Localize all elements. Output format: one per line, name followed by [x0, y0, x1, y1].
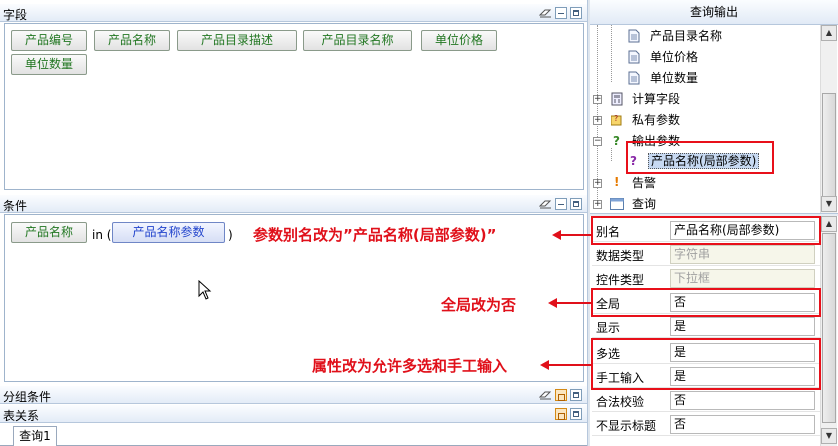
property-label: 数据类型	[596, 249, 645, 263]
property-row-control-type: 控件类型 下拉框	[592, 268, 820, 290]
validation-select[interactable]: 否	[670, 391, 815, 410]
eraser-icon[interactable]	[539, 8, 552, 18]
scroll-down-icon[interactable]: ▼	[821, 196, 837, 212]
tree-node-label: 私有参数	[632, 113, 681, 127]
scroll-thumb[interactable]	[822, 233, 836, 423]
highlight-box-multi	[591, 338, 821, 390]
field-button-product-name[interactable]: 产品名称	[94, 30, 170, 51]
field-button-unit-price[interactable]: 单位价格	[421, 30, 497, 51]
property-label: 合法校验	[596, 395, 645, 409]
relation-panel-header: 表关系	[0, 405, 588, 423]
highlight-box-global	[591, 288, 821, 317]
highlight-box-alias	[591, 216, 821, 245]
private-param-icon: ?	[611, 114, 622, 126]
annotation-global: 全局改为否	[441, 296, 517, 314]
scroll-up-icon[interactable]: ▲	[821, 216, 837, 232]
minimize-icon[interactable]	[555, 7, 567, 19]
restore-icon[interactable]	[555, 408, 567, 420]
doc-icon	[628, 71, 640, 85]
relation-panel-title: 表关系	[3, 409, 40, 423]
condition-field-button[interactable]: 产品名称	[11, 222, 87, 243]
collapse-icon[interactable]: −	[593, 137, 602, 146]
group-panel-title: 分组条件	[3, 390, 52, 404]
conditions-panel-title: 条件	[3, 199, 28, 213]
expand-icon[interactable]: +	[593, 200, 602, 209]
minimize-icon[interactable]	[555, 198, 567, 210]
tab-query1[interactable]: 查询1	[13, 426, 57, 446]
condition-close-paren: )	[228, 228, 233, 242]
tree-node-label: 单位价格	[650, 50, 699, 64]
output-tree: 产品目录名称 单位价格 单位数量 + 计算字段 + ? 私有参数 − ? 输出参…	[590, 25, 820, 213]
annotation-arrow	[556, 302, 592, 304]
alert-icon: !	[614, 175, 620, 189]
maximize-icon[interactable]	[570, 389, 582, 401]
display-select[interactable]: 是	[670, 317, 815, 336]
tree-node-label: 查询	[632, 197, 657, 211]
maximize-icon[interactable]	[570, 198, 582, 210]
condition-param-button[interactable]: 产品名称参数	[112, 222, 225, 243]
conditions-panel-header: 条件	[0, 195, 588, 213]
annotation-arrow	[560, 234, 592, 236]
scroll-thumb[interactable]	[822, 93, 836, 203]
property-label: 不显示标题	[596, 419, 657, 433]
group-panel-header: 分组条件	[0, 386, 588, 404]
question-icon: ?	[613, 134, 620, 148]
control-type-field: 下拉框	[670, 269, 815, 288]
property-label: 控件类型	[596, 273, 645, 287]
doc-icon	[628, 50, 640, 64]
output-panel-header: 查询输出	[590, 0, 838, 25]
datatype-field: 字符串	[670, 245, 815, 264]
property-label: 显示	[596, 321, 621, 335]
field-button-unit-qty[interactable]: 单位数量	[11, 54, 87, 75]
condition-operator: in (	[92, 228, 112, 242]
annotation-arrow	[548, 364, 592, 366]
annotation-alias: 参数别名改为”产品名称(局部参数)”	[253, 226, 497, 244]
svg-text:?: ?	[614, 114, 618, 123]
annotation-multi: 属性改为允许多选和手工输入	[312, 357, 508, 375]
property-row-hide-title: 不显示标题 否	[592, 414, 820, 436]
query-icon	[610, 198, 624, 210]
property-row-display: 显示 是	[592, 316, 820, 338]
property-row-validation: 合法校验 否	[592, 390, 820, 412]
tree-node-label: 产品目录名称	[650, 29, 723, 43]
field-button-catalog-desc[interactable]: 产品目录描述	[177, 30, 297, 51]
fields-panel-title: 字段	[3, 8, 28, 22]
arrow-head-icon	[540, 360, 549, 370]
hide-title-select[interactable]: 否	[670, 415, 815, 434]
doc-icon	[628, 29, 640, 43]
restore-icon[interactable]	[555, 389, 567, 401]
properties-scrollbar[interactable]: ▲ ▼	[820, 216, 837, 446]
maximize-icon[interactable]	[570, 408, 582, 420]
field-button-product-id[interactable]: 产品编号	[11, 30, 87, 51]
tree-node-label: 计算字段	[632, 92, 681, 106]
calc-icon	[611, 92, 623, 106]
tree-scrollbar[interactable]: ▲ ▼	[820, 25, 837, 213]
maximize-icon[interactable]	[570, 7, 582, 19]
property-row-datatype: 数据类型 字符串	[592, 244, 820, 266]
fields-panel-header: 字段	[0, 4, 588, 22]
expand-icon[interactable]: +	[593, 116, 602, 125]
scroll-up-icon[interactable]: ▲	[821, 25, 837, 41]
field-button-catalog-name[interactable]: 产品目录名称	[303, 30, 412, 51]
arrow-head-icon	[548, 298, 557, 308]
eraser-icon[interactable]	[539, 390, 552, 400]
expand-icon[interactable]: +	[593, 179, 602, 188]
scroll-down-icon[interactable]: ▼	[821, 428, 837, 444]
highlight-box-tree-node	[626, 141, 774, 174]
arrow-head-icon	[552, 230, 561, 240]
tree-node-label: 告警	[632, 176, 657, 190]
eraser-icon[interactable]	[539, 199, 552, 209]
expand-icon[interactable]: +	[593, 95, 602, 104]
mouse-cursor-icon	[198, 280, 212, 300]
tree-node-label: 单位数量	[650, 71, 699, 85]
